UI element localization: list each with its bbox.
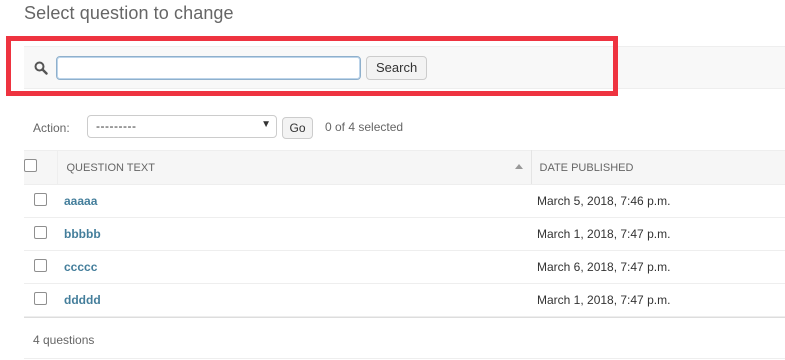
- action-select[interactable]: --------- ▼: [87, 115, 277, 138]
- search-icon: [34, 61, 48, 75]
- question-cell: ccccc: [57, 250, 531, 284]
- question-link[interactable]: ddddd: [57, 293, 101, 307]
- date-cell: March 1, 2018, 7:47 p.m.: [531, 283, 785, 317]
- row-select-cell: [24, 283, 57, 317]
- row-select-cell: [24, 250, 57, 284]
- question-cell: ddddd: [57, 283, 531, 317]
- column-label: QUESTION TEXT: [66, 161, 155, 174]
- column-header-question-text[interactable]: QUESTION TEXT: [56, 150, 532, 185]
- question-link[interactable]: aaaaa: [57, 194, 97, 208]
- question-cell: aaaaa: [57, 184, 531, 218]
- row-checkbox[interactable]: [34, 226, 47, 240]
- paginator: 4 questions: [24, 317, 785, 359]
- select-all-header: [24, 150, 57, 185]
- column-label: DATE PUBLISHED: [539, 161, 634, 174]
- search-toolbar: Search: [24, 46, 785, 89]
- go-button[interactable]: Go: [282, 117, 313, 139]
- question-link[interactable]: ccccc: [57, 260, 97, 274]
- action-select-value: ---------: [96, 119, 137, 133]
- date-cell: March 6, 2018, 7:47 p.m.: [531, 250, 785, 284]
- search-input[interactable]: [56, 56, 361, 80]
- date-cell: March 5, 2018, 7:46 p.m.: [531, 184, 785, 218]
- page-title: Select question to change: [24, 3, 234, 23]
- result-count: 4 questions: [33, 333, 95, 347]
- select-all-checkbox[interactable]: [24, 159, 37, 172]
- table-row: aaaaa March 5, 2018, 7:46 p.m.: [24, 184, 785, 218]
- table-header-row: QUESTION TEXT DATE PUBLISHED: [24, 150, 785, 185]
- question-link[interactable]: bbbbb: [57, 227, 101, 241]
- column-header-date-published[interactable]: DATE PUBLISHED: [531, 150, 785, 185]
- selection-status: 0 of 4 selected: [325, 120, 404, 134]
- table-row: ddddd March 1, 2018, 7:47 p.m.: [24, 283, 785, 317]
- table-row: ccccc March 6, 2018, 7:47 p.m.: [24, 250, 785, 284]
- table-row: bbbbb March 1, 2018, 7:47 p.m.: [24, 217, 785, 251]
- date-cell: March 1, 2018, 7:47 p.m.: [531, 217, 785, 251]
- action-label: Action:: [33, 121, 70, 135]
- row-checkbox[interactable]: [34, 193, 47, 207]
- row-select-cell: [24, 184, 57, 218]
- sort-ascending-icon[interactable]: [514, 164, 523, 169]
- search-button[interactable]: Search: [366, 56, 428, 80]
- actions-bar: Action: --------- ▼ Go 0 of 4 selected: [24, 113, 785, 141]
- chevron-down-icon: ▼: [261, 119, 271, 130]
- results-table: QUESTION TEXT DATE PUBLISHED aaaaa March…: [24, 150, 785, 317]
- row-select-cell: [24, 217, 57, 251]
- row-checkbox[interactable]: [34, 292, 47, 306]
- row-checkbox[interactable]: [34, 259, 47, 273]
- question-cell: bbbbb: [57, 217, 531, 251]
